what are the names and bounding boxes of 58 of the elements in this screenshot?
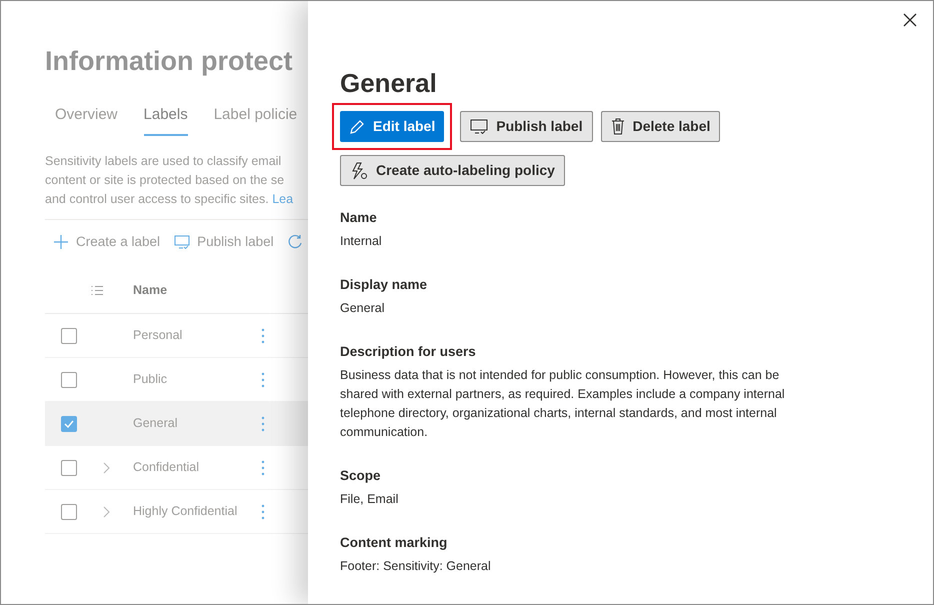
label-name: Public	[133, 371, 168, 388]
table-row[interactable]: Personal	[45, 314, 308, 358]
checkbox[interactable]	[61, 328, 77, 344]
refresh-icon[interactable]	[288, 234, 302, 250]
field-label: Display name	[340, 276, 428, 294]
checkmark-icon	[64, 420, 74, 428]
description-text: and control user access to specific sites.	[45, 192, 269, 206]
field-label: Content marking	[340, 534, 448, 552]
table-row[interactable]: Confidential	[45, 446, 308, 490]
action-button[interactable]: Create auto-labeling policy	[340, 155, 565, 186]
tab[interactable]: Labels	[144, 104, 188, 136]
action-button[interactable]: Delete label	[600, 111, 720, 142]
list-icon[interactable]	[91, 285, 103, 296]
more-icon[interactable]	[261, 460, 265, 476]
trash-icon	[610, 118, 625, 135]
chevron-icon[interactable]	[103, 462, 110, 474]
description-text: content or site is protected based on the se	[45, 173, 284, 187]
tab[interactable]: Overview	[55, 104, 118, 136]
page-title: Information protect	[45, 45, 294, 78]
more-icon[interactable]	[261, 504, 265, 520]
description-text: Sensitivity labels are used to classify email	[45, 154, 282, 168]
action-button[interactable]: Publish label	[460, 111, 593, 142]
field-value: Business data that is not intended for public consumption. However, this can be shared with external partners, as required. Examples include a company internal telephone directory, organizational charts, internal standards, and most internal communication.	[340, 367, 786, 441]
pencil-icon	[349, 118, 365, 134]
more-icon[interactable]	[261, 328, 265, 344]
checkbox[interactable]	[61, 372, 77, 388]
field-label: Description for users	[340, 343, 477, 361]
more-icon[interactable]	[261, 416, 265, 432]
tab[interactable]: Label policie	[214, 104, 298, 136]
table-row[interactable]: Highly Confidential	[45, 490, 308, 534]
plus-icon	[53, 234, 69, 250]
toolbar-button[interactable]: Publish label	[174, 232, 274, 252]
action-button[interactable]: Edit label	[340, 111, 444, 142]
lightning-gear-icon	[350, 162, 368, 180]
checkbox[interactable]	[61, 460, 77, 476]
monitor-icon	[174, 235, 190, 250]
table-row[interactable]: Public	[45, 358, 308, 402]
monitor-icon	[470, 119, 488, 134]
table-row[interactable]: General	[45, 402, 308, 446]
field-value: General	[340, 300, 386, 317]
field-label: Scope	[340, 467, 382, 485]
field-label: Name	[340, 209, 378, 227]
label-name: Highly Confidential	[133, 503, 238, 520]
field-value: Internal	[340, 233, 383, 250]
close-icon[interactable]	[903, 13, 917, 27]
label-name: Confidential	[133, 459, 200, 476]
chevron-icon[interactable]	[103, 506, 110, 518]
toolbar-button[interactable]: Create a label	[53, 232, 160, 252]
label-name: General	[133, 415, 178, 432]
panel-title: General	[340, 67, 438, 100]
more-icon[interactable]	[261, 372, 265, 388]
checkbox[interactable]	[61, 416, 77, 432]
checkbox[interactable]	[61, 504, 77, 520]
learn-more-link[interactable]: Lea	[272, 192, 294, 206]
column-header[interactable]: Name	[133, 281, 168, 300]
field-value: File, Email	[340, 491, 400, 508]
field-value: Footer: Sensitivity: General	[340, 558, 492, 575]
label-name: Personal	[133, 327, 184, 344]
